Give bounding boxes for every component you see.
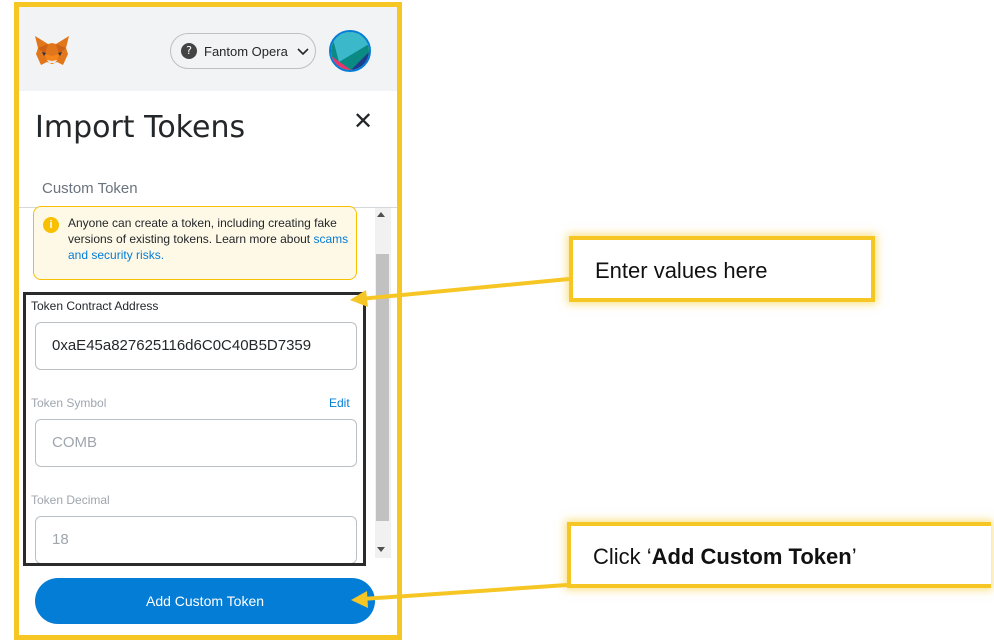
callout-click-text: Click ‘Add Custom Token’ [593,544,857,570]
callout-click-add: Click ‘Add Custom Token’ [567,522,991,588]
callout-click-prefix: Click ‘ [593,544,652,569]
arrow-line-values [359,277,570,301]
arrow-line-button [361,583,568,601]
callout-values-text: Enter values here [595,258,768,283]
callout-enter-values: Enter values here [569,236,875,302]
arrow-head-values [350,290,368,307]
callout-click-bold: Add Custom Token [651,544,852,569]
callout-click-suffix: ’ [851,544,857,569]
arrow-head-button [351,591,368,608]
